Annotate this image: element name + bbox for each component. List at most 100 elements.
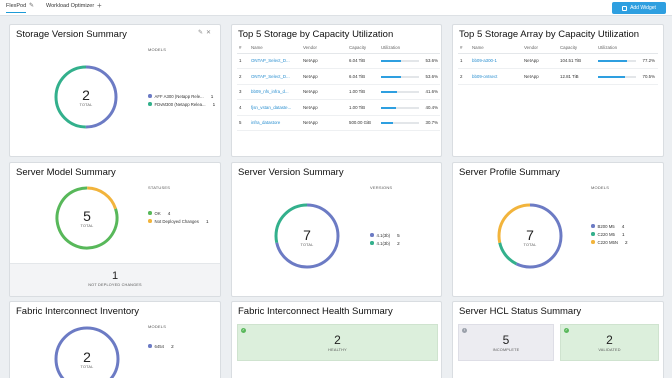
total-label: TOTAL bbox=[523, 243, 537, 247]
column-header[interactable]: Capacity bbox=[347, 43, 379, 54]
tab-workload-optimizer[interactable]: Workload Optimizer bbox=[46, 3, 94, 9]
utilization-percent: 53.6% bbox=[425, 73, 438, 79]
legend-count: 1 bbox=[621, 231, 625, 237]
widget-actions: ✎✕ bbox=[198, 29, 214, 36]
legend-count: 4 bbox=[167, 210, 171, 216]
legend-dot bbox=[370, 241, 374, 245]
row-utilization: 77.2% bbox=[596, 53, 658, 69]
legend-dot bbox=[591, 232, 595, 236]
legend-label: 4.1(3b) bbox=[376, 232, 391, 238]
legend-item[interactable]: 4.1(3b) 2 bbox=[370, 239, 400, 247]
utilization-bar bbox=[381, 91, 419, 94]
row-utilization: 53.6% bbox=[379, 68, 440, 85]
row-capacity: 1.00 TiB bbox=[347, 84, 379, 100]
utilization-bar-fill bbox=[381, 122, 393, 125]
legend-item[interactable]: C220 M5N 2 bbox=[591, 238, 628, 246]
utilization-percent: 40.4% bbox=[425, 104, 438, 110]
widget-icon bbox=[622, 5, 628, 11]
column-header[interactable]: Name bbox=[249, 43, 301, 54]
row-vendor: NetApp bbox=[301, 84, 347, 100]
table-row[interactable]: 5 infra_datastore NetApp 500.00 GiB 30.7% bbox=[237, 115, 440, 131]
total-count: 7 bbox=[303, 227, 311, 243]
table-row[interactable]: 3 bb09_nfs_infra_d... NetApp 1.00 TiB 41.6% bbox=[237, 84, 440, 100]
row-name-link[interactable]: ONTAP_Select_D... bbox=[249, 68, 301, 85]
column-header[interactable]: Capacity bbox=[558, 43, 596, 54]
row-capacity: 6.04 TiB bbox=[347, 53, 379, 69]
widget-title: Server Profile Summary bbox=[459, 167, 560, 178]
legend-label: B200 M5 bbox=[597, 223, 615, 229]
server-profile-legend: MODELS B200 M5 4 C220 M5 1 C220 M5N 2 bbox=[591, 185, 628, 246]
utilization-bar-fill bbox=[381, 60, 402, 63]
row-name-link[interactable]: ONTAP_Select_D... bbox=[249, 53, 301, 69]
row-capacity: 500.00 GiB bbox=[347, 115, 379, 131]
table-row[interactable]: 1 ONTAP_Select_D... NetApp 6.04 TiB 53.6% bbox=[237, 53, 440, 69]
legend-count: 2 bbox=[397, 240, 400, 246]
incomplete-tile[interactable]: i 5 INCOMPLETE bbox=[458, 324, 554, 361]
widget-title: Server Version Summary bbox=[238, 167, 344, 178]
legend-dot bbox=[148, 219, 152, 223]
legend-count: 1 bbox=[212, 101, 216, 107]
add-widget-button[interactable]: Add Widget bbox=[612, 2, 666, 14]
column-header[interactable]: # bbox=[237, 43, 249, 54]
legend-heading: STATUSES bbox=[148, 185, 171, 190]
top-storage-array-utilization-widget: Top 5 Storage Array by Capacity Utilizat… bbox=[452, 24, 664, 157]
column-header[interactable]: # bbox=[458, 43, 470, 54]
row-index: 2 bbox=[458, 68, 470, 85]
not-deployed-stat[interactable]: 1 NOT DEPLOYED CHANGES bbox=[10, 263, 220, 296]
row-name-link[interactable]: bb09-a300-1 bbox=[470, 53, 522, 69]
legend-item[interactable]: OK 4 bbox=[148, 209, 209, 217]
add-tab-icon[interactable]: + bbox=[97, 1, 102, 10]
utilization-percent: 53.6% bbox=[425, 58, 438, 64]
row-index: 2 bbox=[237, 68, 249, 85]
row-name-link[interactable]: bb09_nfs_infra_d... bbox=[249, 84, 301, 100]
healthy-tile[interactable]: ✓ 2 HEALTHY bbox=[237, 324, 438, 361]
legend-item[interactable]: 6454 2 bbox=[148, 342, 174, 350]
column-header[interactable]: Vendor bbox=[301, 43, 347, 54]
donut-total: 2 TOTAL bbox=[66, 88, 106, 107]
edit-icon[interactable]: ✎ bbox=[198, 30, 206, 36]
row-name-link[interactable]: fjsn_vstan_dataste... bbox=[249, 99, 301, 116]
add-widget-label: Add Widget bbox=[630, 5, 656, 11]
legend-item[interactable]: C220 M5 1 bbox=[591, 230, 628, 238]
tile-count: 2 bbox=[606, 333, 613, 347]
row-capacity: 104.51 TiB bbox=[558, 53, 596, 69]
row-index: 4 bbox=[237, 99, 249, 116]
column-header[interactable]: Utilization bbox=[379, 43, 440, 54]
legend-item[interactable]: Not Deployed Changes 1 bbox=[148, 217, 209, 225]
total-count: 7 bbox=[526, 227, 534, 243]
tab-flexpod[interactable]: FlexPod bbox=[6, 3, 27, 13]
utilization-bar-fill bbox=[381, 106, 397, 109]
legend-item[interactable]: 4.1(3b) 5 bbox=[370, 231, 400, 239]
utilization-bar-fill bbox=[598, 60, 628, 63]
row-vendor: NetApp bbox=[522, 68, 558, 85]
utilization-bar-fill bbox=[381, 75, 402, 78]
row-name-link[interactable]: bb09-ontsect bbox=[470, 68, 522, 85]
column-header[interactable]: Vendor bbox=[522, 43, 558, 54]
table-row[interactable]: 1 bb09-a300-1 NetApp 104.51 TiB 77.2% bbox=[458, 53, 658, 69]
validated-tile[interactable]: ✓ 2 VALIDATED bbox=[560, 324, 659, 361]
tile-count: 5 bbox=[502, 333, 510, 347]
table-row[interactable]: 2 ONTAP_Select_D... NetApp 6.04 TiB 53.6% bbox=[237, 68, 440, 85]
row-index: 1 bbox=[458, 53, 470, 69]
utilization-percent: 41.6% bbox=[425, 89, 438, 95]
fabric-interconnect-health-widget: Fabric Interconnect Health Summary ✓ 2 H… bbox=[231, 301, 442, 378]
legend-label: Not Deployed Changes bbox=[154, 218, 199, 224]
row-index: 3 bbox=[237, 84, 249, 100]
row-name-link[interactable]: infra_datastore bbox=[249, 115, 301, 131]
dashboard-tab-bar: FlexPod ✎ Workload Optimizer + Add Widge… bbox=[0, 0, 672, 16]
legend-count: 2 bbox=[171, 343, 174, 349]
row-utilization: 70.5% bbox=[596, 68, 658, 85]
edit-pencil-icon[interactable]: ✎ bbox=[29, 2, 34, 9]
server-version-legend: VERSIONS 4.1(3b) 5 4.1(3b) 2 bbox=[370, 185, 400, 247]
column-header[interactable]: Name bbox=[470, 43, 522, 54]
legend-item[interactable]: AFF A300 (Netapp Rele... 1 bbox=[148, 92, 215, 100]
column-header[interactable]: Utilization bbox=[596, 43, 658, 54]
table-row[interactable]: 4 fjsn_vstan_dataste... NetApp 1.00 TiB 40.4… bbox=[237, 99, 440, 116]
close-icon[interactable]: ✕ bbox=[206, 30, 214, 36]
stat-count: 1 bbox=[111, 270, 119, 282]
total-label: TOTAL bbox=[80, 365, 94, 369]
legend-item[interactable]: FDvM300 (Netapp Relea... 1 bbox=[148, 100, 215, 108]
table-row[interactable]: 2 bb09-ontsect NetApp 12.81 TiB 70.5% bbox=[458, 68, 658, 85]
legend-item[interactable]: B200 M5 4 bbox=[591, 222, 628, 230]
top-storage-utilization-widget: Top 5 Storage by Capacity Utilization # … bbox=[231, 24, 442, 157]
